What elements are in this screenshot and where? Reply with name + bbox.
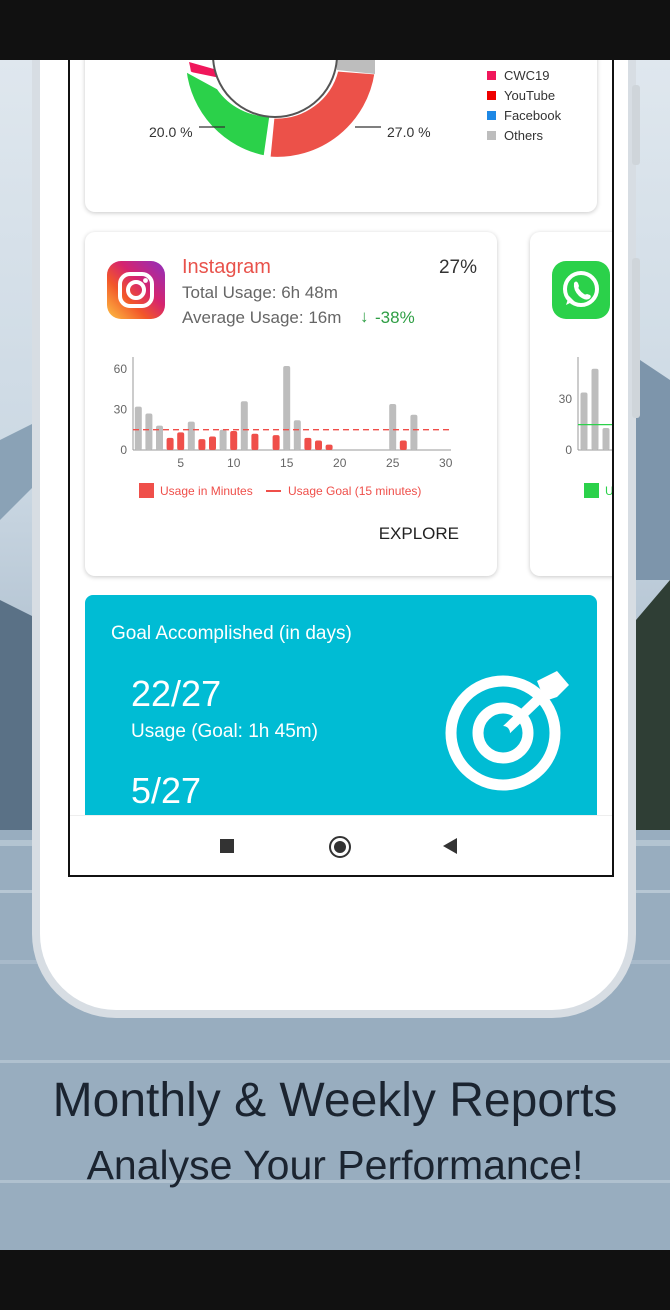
scenic-background: 20.0 % 27.0 % CWC19 YouTube Facebook Oth… xyxy=(0,60,670,1250)
y-tick-label: 30 xyxy=(114,402,128,416)
donut-card: 20.0 % 27.0 % CWC19 YouTube Facebook Oth… xyxy=(85,60,597,212)
donut-left-label: 20.0 % xyxy=(149,124,193,140)
chart-bar xyxy=(602,428,610,450)
phone-frame: 20.0 % 27.0 % CWC19 YouTube Facebook Oth… xyxy=(32,60,636,1018)
legend-swatch xyxy=(487,71,496,80)
x-tick-label: 30 xyxy=(439,456,453,470)
legend-item: CWC19 xyxy=(487,68,550,83)
chart-bar xyxy=(230,431,238,450)
chart-bar xyxy=(209,436,216,450)
goal-accomplished-card: Goal Accomplished (in days) 22/27 Usage … xyxy=(85,595,597,835)
chart-bar xyxy=(272,435,280,450)
explore-button[interactable]: EXPLORE xyxy=(379,524,459,544)
chart-bar xyxy=(251,433,259,450)
usage-legend-swatch xyxy=(139,483,154,498)
x-tick-label: 20 xyxy=(333,456,347,470)
down-arrow-icon: ↓ xyxy=(360,307,369,326)
legend-label: CWC19 xyxy=(504,68,550,83)
legend-label: YouTube xyxy=(504,88,556,103)
chart-bar xyxy=(145,413,153,450)
chart-bar xyxy=(304,437,312,450)
chart-bar xyxy=(166,437,174,450)
whatsapp-usage-chart: 0 30 xyxy=(559,357,612,457)
app-name: Instagram xyxy=(182,256,271,278)
total-usage: Total Usage: 6h 48m xyxy=(182,283,338,302)
legend-label: Facebook xyxy=(504,108,562,123)
recents-icon[interactable] xyxy=(220,839,234,853)
legend-item: Others xyxy=(487,128,543,143)
x-tick-label: 15 xyxy=(280,456,294,470)
instagram-icon xyxy=(107,261,165,319)
chart-bar xyxy=(177,432,185,450)
chart-bar xyxy=(591,368,599,450)
goal-card-title: Goal Accomplished (in days) xyxy=(111,623,352,644)
goal-stat-usage: 22/27 xyxy=(131,673,222,714)
chart-bar xyxy=(283,366,291,450)
legend-item: Facebook xyxy=(487,108,561,123)
chart-bar xyxy=(134,406,142,450)
top-black-bar xyxy=(0,0,670,60)
usage-legend-label: U xyxy=(605,484,614,498)
legend-swatch xyxy=(487,91,496,100)
average-usage: Average Usage: 16m xyxy=(182,308,342,327)
phone-screen: 20.0 % 27.0 % CWC19 YouTube Facebook Oth… xyxy=(68,60,614,877)
chart-bar xyxy=(240,401,248,450)
chart-bar xyxy=(399,440,407,450)
caption-title: Monthly & Weekly Reports xyxy=(52,1074,618,1127)
app-percent: 27% xyxy=(438,257,477,278)
usage-change: -38% xyxy=(375,308,415,327)
goal-legend-label: Usage Goal (15 minutes) xyxy=(288,484,422,498)
y-tick-label: 0 xyxy=(120,443,127,457)
volume-button xyxy=(632,85,640,165)
legend-label: Others xyxy=(504,128,544,143)
chart-bar xyxy=(219,429,227,450)
legend-swatch xyxy=(487,111,496,120)
whatsapp-icon xyxy=(552,261,610,319)
chart-bar xyxy=(315,440,322,450)
chart-bar xyxy=(580,392,588,450)
y-tick-label: 30 xyxy=(559,392,573,406)
home-icon[interactable] xyxy=(329,836,351,858)
goal-legend-line xyxy=(266,490,281,492)
chart-bar xyxy=(389,403,397,450)
chart-bar xyxy=(198,439,206,450)
usage-legend-swatch xyxy=(584,483,599,498)
goal-stat-usage-label: Usage (Goal: 1h 45m) xyxy=(131,721,318,742)
y-tick-label: 60 xyxy=(114,362,128,376)
usage-legend-label: Usage in Minutes xyxy=(160,484,253,498)
instagram-card[interactable]: Instagram 27% Total Usage: 6h 48m Averag… xyxy=(85,232,497,576)
power-button xyxy=(632,258,640,418)
legend-swatch xyxy=(487,131,496,140)
chart-bar xyxy=(293,420,301,450)
instagram-usage-chart: 0 30 60 5 10 15 20 25 30 xyxy=(114,357,453,470)
chart-bar xyxy=(325,444,333,450)
x-tick-label: 5 xyxy=(177,456,184,470)
x-tick-label: 10 xyxy=(227,456,241,470)
chart-bar xyxy=(410,414,418,450)
donut-right-label: 27.0 % xyxy=(387,124,431,140)
bottom-black-bar xyxy=(0,1250,670,1310)
whatsapp-card[interactable]: 0 30 U xyxy=(530,232,614,576)
chart-bar xyxy=(187,421,195,450)
android-nav-bar xyxy=(70,815,612,875)
y-tick-label: 0 xyxy=(565,443,572,457)
legend-item: YouTube xyxy=(487,88,555,103)
goal-stat-second: 5/27 xyxy=(131,770,202,811)
back-icon[interactable] xyxy=(442,838,458,856)
target-icon xyxy=(445,671,569,791)
caption-subtitle: Analyse Your Performance! xyxy=(86,1142,584,1188)
x-tick-label: 25 xyxy=(386,456,400,470)
